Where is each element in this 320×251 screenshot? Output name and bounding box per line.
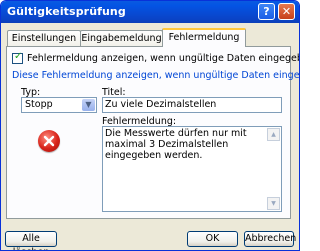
scroll-down-arrow-icon[interactable]: ▼ [267,197,280,210]
window-title: Gültigkeitsprüfung [7,5,126,18]
message-textarea[interactable]: Die Messwerte dürfen nur mit maximal 3 D… [102,126,282,212]
clear-all-button[interactable]: Alle löschen [5,231,57,250]
show-error-checkbox[interactable]: ✓ [12,51,23,64]
show-error-checkbox-label: Fehlermeldung anzeigen, wenn ungültige D… [27,53,299,64]
help-button[interactable]: ? [258,3,275,20]
cancel-button[interactable]: Abbrechen [244,231,296,247]
section-heading: Diese Fehlermeldung anzeigen, wenn ungül… [12,70,300,81]
title-input[interactable]: Zu viele Dezimalstellen [102,97,282,113]
validation-dialog: Gültigkeitsprüfung ? ✕ Einstellungen Ein… [0,0,300,251]
checkmark-icon: ✓ [14,51,23,62]
error-stop-icon [38,130,60,152]
scroll-up-arrow-icon[interactable]: ▲ [267,128,280,141]
message-textarea-value: Die Messwerte dürfen nur mit maximal 3 D… [105,128,247,161]
tab-settings[interactable]: Einstellungen [7,30,81,46]
ok-button[interactable]: OK [187,231,238,247]
title-input-value: Zu viele Dezimalstellen [105,99,217,110]
type-select-value: Stopp [25,99,53,110]
chevron-down-icon[interactable]: ▼ [82,99,95,111]
title-bar[interactable]: Gültigkeitsprüfung ? ✕ [1,1,299,23]
close-button[interactable]: ✕ [278,3,295,20]
tab-error-alert[interactable]: Fehlermeldung [162,28,246,47]
type-select[interactable]: Stopp ▼ [21,97,97,113]
tab-input-message[interactable]: Eingabemeldung [80,30,163,46]
